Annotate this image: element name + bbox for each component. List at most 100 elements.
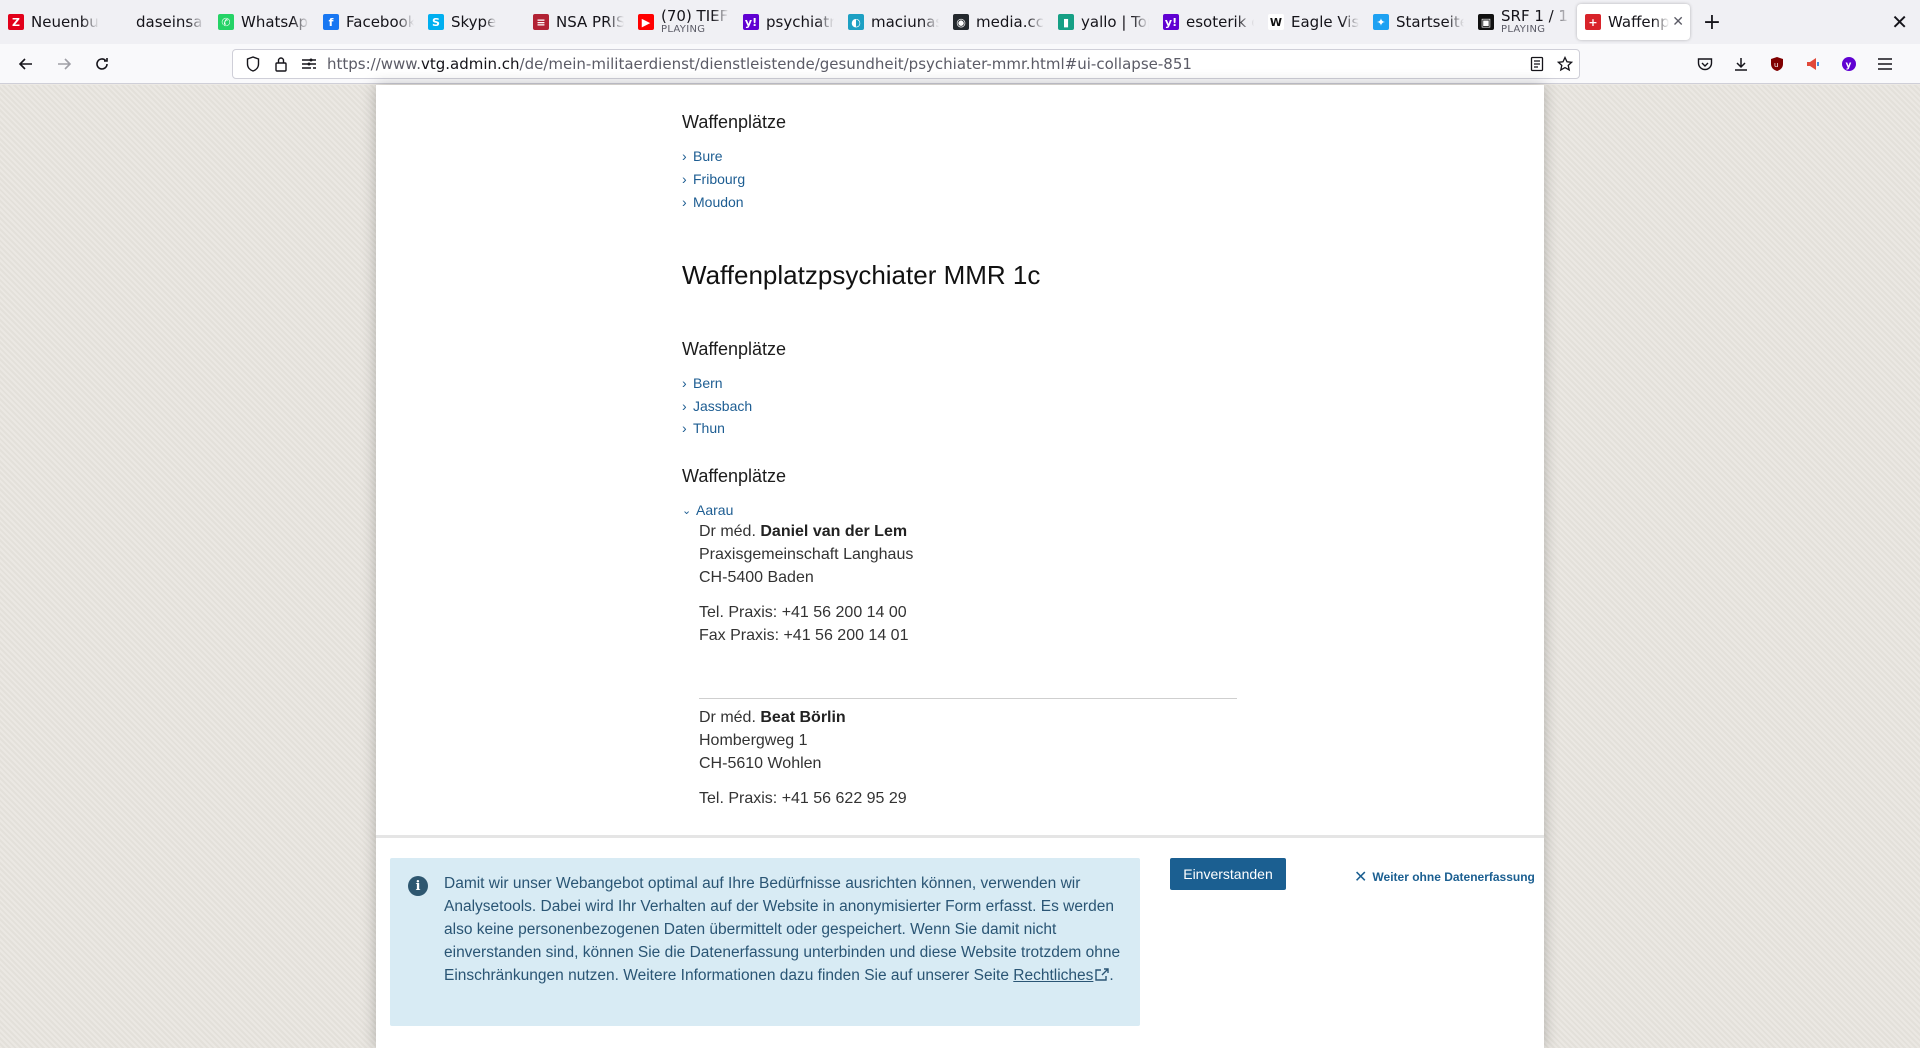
browser-tab[interactable]: ✆ WhatsApp: [210, 0, 315, 44]
youtube-icon: ▶: [638, 14, 654, 30]
browser-tab[interactable]: ◉ media.ccc.de: [945, 0, 1050, 44]
chevron-right-icon: ›: [682, 420, 687, 436]
whatsapp-icon: ✆: [218, 14, 234, 30]
pocket-icon[interactable]: [1690, 50, 1720, 78]
browser-tab[interactable]: ≡ NSA PRISM: [525, 0, 630, 44]
tab-title: maciunas1: [871, 13, 939, 31]
contact-fax: Fax Praxis: +41 56 200 14 01: [699, 627, 909, 644]
tracking-shield-icon[interactable]: [239, 52, 267, 76]
reload-button[interactable]: [84, 48, 120, 80]
section-heading-waffenplaetze-1: Waffenplätze: [682, 112, 787, 132]
browser-tab[interactable]: W Eagle Vision: [1260, 0, 1365, 44]
twitter-icon: ✦: [1373, 14, 1389, 30]
yahoo-extension-icon[interactable]: y: [1834, 50, 1864, 78]
tab-title: esoterik ch: [1186, 13, 1254, 31]
tab-title: media.ccc.de: [976, 13, 1044, 31]
tab-close-icon[interactable]: ✕: [1669, 14, 1684, 30]
contact-divider: [699, 698, 1237, 699]
ublock-extension-icon[interactable]: u: [1762, 50, 1792, 78]
browser-tab[interactable]: + Waffenp ✕: [1577, 4, 1690, 40]
contact-name: Dr méd. Daniel van der Lem: [699, 523, 908, 540]
forward-button[interactable]: [46, 48, 82, 80]
location-link-moudon[interactable]: › Moudon: [682, 194, 744, 210]
chevron-right-icon: ›: [682, 171, 687, 187]
browser-tab[interactable]: y! esoterik ch: [1155, 0, 1260, 44]
accept-cookies-button[interactable]: Einverstanden: [1170, 858, 1286, 890]
yahoo-icon: y!: [743, 14, 759, 30]
location-link-jassbach[interactable]: › Jassbach: [682, 398, 752, 414]
chevron-right-icon: ›: [682, 398, 687, 414]
reload-icon: [96, 57, 108, 70]
browser-tab[interactable]: y! psychiatrie: [735, 0, 840, 44]
location-link-bure[interactable]: › Bure: [682, 148, 723, 164]
contact-phone: Tel. Praxis: +41 56 622 95 29: [699, 790, 907, 807]
contact-card: Dr méd. Daniel van der Lem Praxisgemeins…: [699, 520, 913, 647]
arrow-right-icon: [58, 57, 72, 70]
browser-tab[interactable]: ✦ Startseite /: [1365, 0, 1470, 44]
contact-city: CH-5610 Wohlen: [699, 755, 822, 772]
cookie-banner: i Damit wir unser Webangebot optimal auf…: [376, 835, 1544, 1048]
tab-title: Facebook: [346, 13, 414, 31]
url-text: https://www.vtg.admin.ch/de/mein-militae…: [327, 55, 1192, 73]
svg-text:y: y: [1846, 61, 1852, 71]
location-link-thun[interactable]: › Thun: [682, 420, 725, 436]
decline-tracking-button[interactable]: ✕ Weiter ohne Datenerfassung: [1354, 867, 1535, 887]
tab-title: Eagle Vision: [1291, 13, 1359, 31]
browser-tab[interactable]: ▣ SRF 1 / 10vPLAYING: [1470, 0, 1575, 44]
browser-tab[interactable]: ▶ (70) TIEFUPLAYING: [630, 0, 735, 44]
navigation-toolbar: https://www.vtg.admin.ch/de/mein-militae…: [0, 44, 1920, 84]
contact-name: Dr méd. Beat Börlin: [699, 709, 846, 726]
megaphone-extension-icon[interactable]: [1798, 50, 1828, 78]
address-bar[interactable]: https://www.vtg.admin.ch/de/mein-militae…: [232, 49, 1580, 79]
blank-icon: [113, 14, 129, 30]
bandcamp-icon: ◐: [848, 14, 864, 30]
window-close-icon[interactable]: ✕: [1891, 10, 1908, 34]
back-button[interactable]: [8, 48, 44, 80]
tab-title: SRF 1 / 10v: [1501, 8, 1569, 25]
bookmark-star-icon[interactable]: [1551, 52, 1579, 76]
new-tab-plus-icon[interactable]: +: [1692, 0, 1732, 44]
menu-icon[interactable]: [1870, 50, 1900, 78]
chevron-right-icon: ›: [682, 375, 687, 391]
reader-view-icon[interactable]: [1523, 52, 1551, 76]
cookie-notice-text: Damit wir unser Webangebot optimal auf I…: [444, 875, 1121, 984]
downloads-icon[interactable]: [1726, 50, 1756, 78]
srf-icon: ▣: [1478, 14, 1494, 30]
swiss-shield-icon: +: [1585, 14, 1601, 30]
arrow-left-icon: [18, 57, 32, 70]
browser-tab[interactable]: S Skype: [420, 0, 525, 44]
contact-city: CH-5400 Baden: [699, 569, 814, 586]
tab-title: yallo | Top: [1081, 13, 1149, 31]
tab-title: WhatsApp: [241, 13, 309, 31]
tab-title: daseinsanalyse: [136, 13, 204, 31]
browser-tab[interactable]: Z Neuenburg: [0, 0, 105, 44]
wikipedia-icon: W: [1268, 14, 1284, 30]
contact-card: Dr méd. Beat Börlin Hombergweg 1 CH-5610…: [699, 706, 907, 810]
close-icon: ✕: [1354, 869, 1368, 886]
location-link-bern[interactable]: › Bern: [682, 375, 723, 391]
chevron-right-icon: ›: [682, 148, 687, 164]
section-heading-waffenplaetze-3: Waffenplätze: [682, 466, 787, 486]
contact-address-line: Hombergweg 1: [699, 732, 808, 749]
location-link-fribourg[interactable]: › Fribourg: [682, 171, 745, 187]
tab-title: Waffenp: [1608, 13, 1670, 31]
external-link-icon: [1095, 968, 1110, 981]
browser-tab[interactable]: f Facebook: [315, 0, 420, 44]
flag-icon: ≡: [533, 14, 549, 30]
page-section-title: Waffenplatzpsychiater MMR 1c: [682, 260, 1041, 290]
tab-title: Startseite /: [1396, 13, 1464, 31]
tab-title: Neuenburg: [31, 13, 99, 31]
tab-playing-label: PLAYING: [661, 23, 706, 35]
browser-tab[interactable]: ▮ yallo | Top: [1050, 0, 1155, 44]
lock-icon[interactable]: [267, 52, 295, 76]
browser-tab[interactable]: ◐ maciunas1: [840, 0, 945, 44]
browser-tab[interactable]: daseinsanalyse: [105, 0, 210, 44]
permissions-icon[interactable]: [295, 52, 323, 76]
yahoo-icon: y!: [1163, 14, 1179, 30]
chevron-right-icon: ›: [682, 194, 687, 210]
legal-link[interactable]: Rechtliches: [1013, 967, 1110, 984]
svg-text:u: u: [1774, 61, 1778, 69]
location-link-aarau-expanded[interactable]: ⌄ Aarau: [682, 502, 733, 518]
tab-strip: Z Neuenburg daseinsanalyse ✆ WhatsApp f Facebo…: [0, 0, 1920, 44]
tab-title: NSA PRISM: [556, 13, 624, 31]
